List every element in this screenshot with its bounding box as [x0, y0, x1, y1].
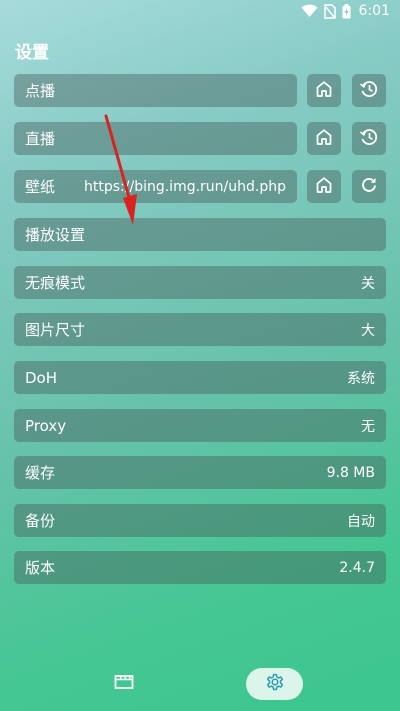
history-icon — [359, 127, 379, 151]
live-source-row[interactable]: 直播 — [14, 122, 297, 155]
battery-icon — [342, 3, 351, 19]
home-icon — [315, 128, 333, 150]
live-home-button[interactable] — [307, 122, 341, 155]
vod-home-button[interactable] — [307, 74, 341, 107]
no-sim-icon — [323, 3, 336, 19]
wallpaper-row[interactable]: 壁纸 https://bing.img.run/uhd.php — [14, 170, 297, 203]
image-size-label: 图片尺寸 — [25, 321, 86, 339]
proxy-value: 无 — [361, 418, 375, 435]
doh-value: 系统 — [347, 370, 375, 387]
proxy-row[interactable]: Proxy 无 — [14, 409, 386, 442]
wallpaper-home-button[interactable] — [307, 170, 341, 203]
vod-source-row[interactable]: 点播 — [14, 74, 297, 107]
nav-settings-tab[interactable] — [246, 668, 303, 700]
doh-row[interactable]: DoH 系统 — [14, 361, 386, 394]
live-history-button[interactable] — [352, 122, 386, 155]
wallpaper-refresh-button[interactable] — [352, 170, 386, 203]
clock-time: 6:01 — [358, 3, 390, 19]
version-value: 2.4.7 — [339, 559, 375, 576]
vod-history-button[interactable] — [352, 74, 386, 107]
home-icon — [315, 176, 333, 198]
image-size-row[interactable]: 图片尺寸 大 — [14, 313, 386, 346]
playback-settings-row[interactable]: 播放设置 — [14, 218, 386, 251]
version-row[interactable]: 版本 2.4.7 — [14, 551, 386, 584]
proxy-label: Proxy — [25, 416, 67, 435]
page-title: 设置 — [15, 43, 49, 63]
gear-icon — [265, 672, 285, 696]
backup-value: 自动 — [347, 513, 375, 530]
status-bar: 6:01 — [0, 0, 400, 24]
backup-label: 备份 — [25, 512, 56, 530]
vod-label: 点播 — [25, 82, 56, 100]
wifi-icon — [301, 4, 318, 18]
version-label: 版本 — [25, 559, 56, 577]
cache-row[interactable]: 缓存 9.8 MB — [14, 456, 386, 489]
cache-label: 缓存 — [25, 464, 56, 482]
backup-row[interactable]: 备份 自动 — [14, 504, 386, 537]
incognito-mode-label: 无痕模式 — [25, 274, 86, 292]
home-icon — [315, 80, 333, 102]
incognito-mode-row[interactable]: 无痕模式 关 — [14, 266, 386, 299]
playback-settings-label: 播放设置 — [25, 226, 86, 244]
nav-vod-tab[interactable] — [103, 668, 145, 700]
live-label: 直播 — [25, 130, 56, 148]
refresh-icon — [359, 175, 379, 199]
cache-value: 9.8 MB — [326, 464, 375, 481]
wallpaper-label: 壁纸 — [25, 178, 56, 196]
bottom-navigation — [0, 668, 400, 704]
history-icon — [359, 79, 379, 103]
wallpaper-url: https://bing.img.run/uhd.php — [84, 178, 286, 195]
incognito-mode-value: 关 — [361, 275, 375, 292]
film-icon — [114, 673, 134, 695]
image-size-value: 大 — [361, 322, 375, 339]
doh-label: DoH — [25, 368, 58, 387]
